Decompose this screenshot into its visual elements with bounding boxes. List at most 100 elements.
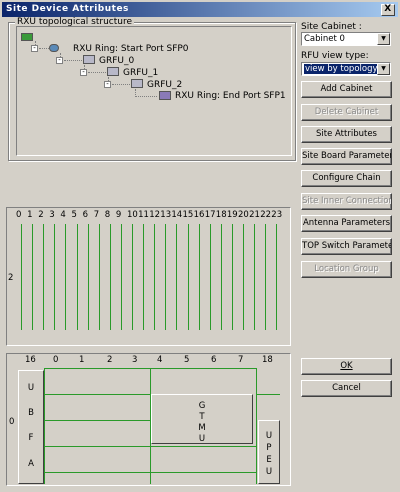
rfu-slot[interactable] <box>98 224 100 330</box>
tree-node-rxu-ring-end[interactable]: RXU Ring: End Port SFP1 <box>175 91 286 101</box>
upeu-letter: U <box>265 467 273 477</box>
rfu-slot[interactable] <box>276 224 278 330</box>
tree-node-grfu-1[interactable]: GRFU_1 <box>123 68 158 78</box>
antenna-parameters-button[interactable]: Antenna Parameters <box>301 215 392 232</box>
rfu-slot[interactable] <box>65 224 67 330</box>
rfu-slot-number: 12 <box>149 210 161 220</box>
site-cabinet-select[interactable]: Cabinet 0 ▼ <box>301 32 391 46</box>
rfu-slot[interactable] <box>187 224 189 330</box>
site-cabinet-value: Cabinet 0 <box>304 34 345 44</box>
rfu-slot[interactable] <box>231 224 233 330</box>
rfu-slot[interactable] <box>176 224 178 330</box>
site-root-icon[interactable] <box>21 33 33 41</box>
delete-cabinet-button[interactable]: Delete Cabinet <box>301 104 392 121</box>
gtmu-letter: U <box>198 434 206 444</box>
bbu-slot-number: 5 <box>184 355 190 365</box>
tree-node-rxu-ring-start[interactable]: RXU Ring: Start Port SFP0 <box>73 44 189 54</box>
bbu-slot-number: 18 <box>262 355 273 365</box>
site-board-parameters-button[interactable]: Site Board Parameters <box>301 148 392 165</box>
rfu-slot[interactable] <box>254 224 256 330</box>
close-button[interactable]: X <box>381 4 395 16</box>
rfu-slot-number: 5 <box>71 210 77 220</box>
rfu-slot[interactable] <box>120 224 122 330</box>
site-inner-connection-button[interactable]: Site Inner Connection <box>301 193 392 210</box>
grfu-1-icon <box>107 67 119 76</box>
expand-grfu-0[interactable]: - <box>56 57 63 64</box>
rfu-slot[interactable] <box>54 224 56 330</box>
configure-chain-button[interactable]: Configure Chain <box>301 170 392 187</box>
expand-rxu-ring-start[interactable]: - <box>31 45 38 52</box>
bbu-slot-number: 7 <box>238 355 244 365</box>
rfu-slot-number: 23 <box>271 210 283 220</box>
rfu-slot[interactable] <box>21 224 22 330</box>
chevron-down-icon[interactable]: ▼ <box>377 63 390 75</box>
bbu-slot-number: 3 <box>132 355 138 365</box>
bbu-slot-divider <box>256 368 257 484</box>
rxu-ring-end-icon <box>159 91 171 100</box>
rfu-slot-number: 19 <box>226 210 238 220</box>
rfu-slot-number: 22 <box>260 210 272 220</box>
rfu-slot[interactable] <box>76 224 78 330</box>
cancel-button[interactable]: Cancel <box>301 380 392 397</box>
chevron-down-icon[interactable]: ▼ <box>377 33 390 45</box>
ok-label: OK <box>340 361 353 371</box>
rfu-slot-number: 4 <box>60 210 66 220</box>
rfu-slot[interactable] <box>243 224 244 330</box>
rfu-slot[interactable] <box>43 224 45 330</box>
bbu-slot-number: 4 <box>157 355 163 365</box>
rfu-row-label: 2 <box>8 273 14 283</box>
rfu-slot[interactable] <box>154 224 156 330</box>
rfu-slot[interactable] <box>265 224 267 330</box>
rfu-slot[interactable] <box>165 224 167 330</box>
rfu-view-type-value: view by topology <box>304 64 379 74</box>
rfu-view-type-select[interactable]: view by topology ▼ <box>301 62 391 76</box>
location-group-button[interactable]: Location Group <box>301 261 392 278</box>
rfu-slot-number: 2 <box>38 210 44 220</box>
rfu-slot-number: 18 <box>215 210 227 220</box>
add-cabinet-button[interactable]: Add Cabinet <box>301 81 392 98</box>
rfu-panel: 2 0 1 2 3 4 5 6 7 8 9 10 11 12 13 14 15 16 17 18 19 20 21 22 23 <box>6 207 291 346</box>
ok-button[interactable]: OK <box>301 358 392 375</box>
rfu-slot-number: 21 <box>249 210 260 220</box>
rfu-slot[interactable] <box>87 224 89 330</box>
rxu-topology-tree[interactable]: - RXU Ring: Start Port SFP0 - GRFU_0 - G… <box>16 26 292 156</box>
rfu-slot-number: 14 <box>171 210 183 220</box>
gtmu-letter: G <box>198 401 206 411</box>
upeu-letter: P <box>266 443 272 453</box>
gtmu-board[interactable]: G T M U <box>151 394 253 444</box>
upeu-letter: E <box>266 455 272 465</box>
grfu-0-icon <box>83 55 95 64</box>
bbu-slot-number: 1 <box>79 355 85 365</box>
rfu-slot-number: 3 <box>49 210 55 220</box>
bbu-slot-number: 0 <box>53 355 59 365</box>
site-attributes-button[interactable]: Site Attributes <box>301 126 392 143</box>
bbu-row-label: 0 <box>9 417 15 427</box>
gtmu-letter: T <box>199 412 205 422</box>
ubfa-letter: A <box>28 459 34 469</box>
rfu-slot-number: 20 <box>238 210 249 220</box>
ubfa-board[interactable]: U B F A <box>18 370 44 484</box>
rfu-slot[interactable] <box>209 224 211 330</box>
rfu-slot[interactable] <box>109 224 111 330</box>
expand-grfu-2[interactable]: - <box>104 81 111 88</box>
bbu-slot-row-line <box>44 472 256 473</box>
tree-node-grfu-2[interactable]: GRFU_2 <box>147 80 182 90</box>
bbu-slot-row-line <box>44 368 256 369</box>
bbu-slot-number: 6 <box>211 355 217 365</box>
rfu-slot[interactable] <box>143 224 145 330</box>
upeu-board[interactable]: U P E U <box>258 420 280 484</box>
bbu-slot-divider <box>44 368 45 484</box>
rfu-slot-number: 17 <box>204 210 216 220</box>
tree-node-grfu-0[interactable]: GRFU_0 <box>99 56 134 66</box>
rfu-slot[interactable] <box>32 224 34 330</box>
rfu-view-type-label: RFU view type: <box>301 51 369 61</box>
ubfa-letter: B <box>28 408 34 418</box>
top-switch-parameters-button[interactable]: TOP Switch Parameters <box>301 238 392 255</box>
rfu-slot[interactable] <box>198 224 200 330</box>
bbu-slot-row-line <box>256 394 280 395</box>
rfu-slot-number: 13 <box>160 210 172 220</box>
rfu-slot[interactable] <box>132 224 133 330</box>
rfu-slot[interactable] <box>220 224 222 330</box>
expand-grfu-1[interactable]: - <box>80 69 87 76</box>
grfu-2-icon <box>131 79 143 88</box>
